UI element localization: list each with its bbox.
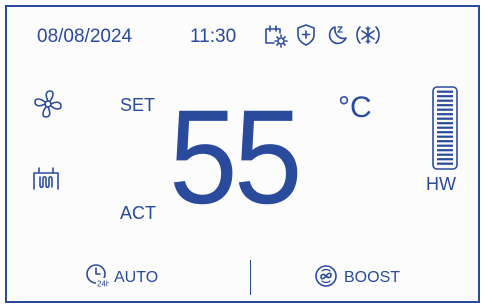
tank-level-bar [437,126,453,129]
svg-text:24h: 24h [97,280,109,289]
tank-level-bar [437,90,453,93]
tank-level-bar [437,113,453,116]
bottom-divider [250,260,251,295]
tank-level-bar [437,144,453,147]
fan-icon[interactable] [31,87,65,121]
tank-level-bar [437,108,453,111]
time-display: 11:30 [190,26,237,47]
tank-level-bar [437,140,453,143]
act-label: ACT [120,203,156,223]
shield-plus-icon[interactable] [294,22,318,48]
tank-level-bar [437,158,453,161]
tank-level-bar [437,104,453,107]
auto-mode-button[interactable]: 24h AUTO [85,262,195,292]
heating-coil-icon[interactable] [31,164,61,194]
tank-level-bar [437,95,453,98]
boost-mode-button[interactable]: BOOST [313,262,423,292]
tank-label: HW [426,174,456,194]
tank-level-bar [437,99,453,102]
moon-z-icon[interactable] [325,22,349,48]
antifreeze-icon[interactable] [354,22,382,48]
temperature-value[interactable]: 55 [169,91,302,225]
tank-level-icon [430,85,460,171]
clock-24h-icon: 24h [85,263,109,289]
tank-level-bar [437,117,453,120]
tank-level-bar [437,135,453,138]
boost-label: BOOST [344,269,401,286]
thermostat-screen: 08/08/2024 11:30 SET ACT 55 °C HW 24h AU… [5,5,480,303]
tank-level-bar [437,149,453,152]
tank-level-bar [437,122,453,125]
set-label: SET [120,95,156,115]
auto-label: AUTO [114,269,159,286]
temperature-unit: °C [338,91,372,124]
tank-level-bar [437,131,453,134]
boost-icon [313,263,339,289]
date-display: 08/08/2024 [37,26,133,47]
tank-level-bar [437,153,453,156]
calendar-sun-icon[interactable] [263,23,289,49]
tank-level-bar [437,162,453,165]
